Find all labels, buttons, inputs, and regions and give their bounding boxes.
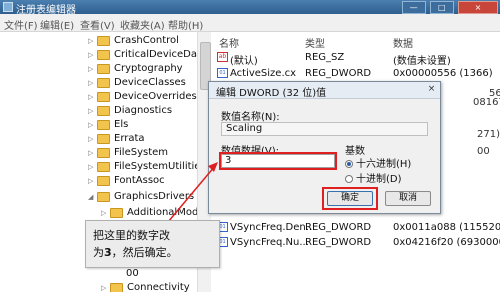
instruction-callout: 把这里的数字改 为3，然后确定。 [85, 220, 220, 268]
callout-arrow [167, 162, 218, 223]
callout-text: 把这里的数字改 为3，然后确定。 [93, 229, 178, 259]
